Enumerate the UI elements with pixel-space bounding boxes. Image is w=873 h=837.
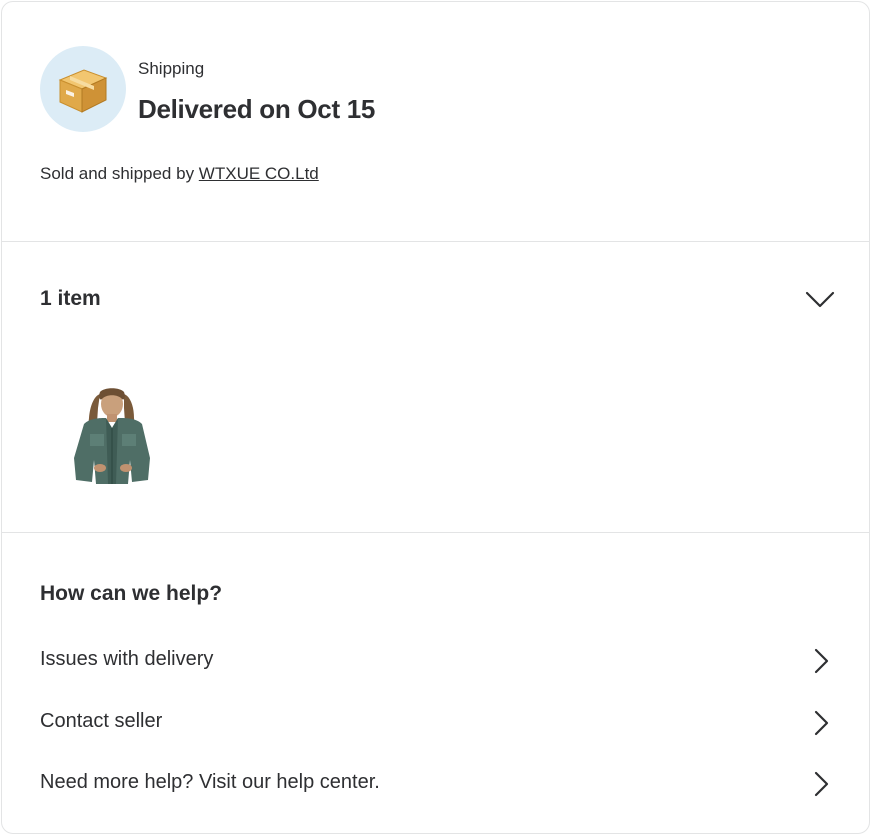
sold-by-line: Sold and shipped by WTXUE CO.Ltd <box>40 164 319 184</box>
divider <box>2 532 869 533</box>
delivery-status: Delivered on Oct 15 <box>138 94 376 124</box>
chevron-right-icon <box>810 646 832 676</box>
divider <box>2 241 869 242</box>
order-card: Shipping Delivered on Oct 15 Sold and sh… <box>1 1 870 834</box>
chevron-down-icon[interactable] <box>803 286 837 312</box>
help-option-help-center[interactable]: Need more help? Visit our help center. <box>2 759 869 809</box>
package-icon <box>40 46 126 132</box>
help-option-contact-seller[interactable]: Contact seller <box>2 698 869 748</box>
sold-by-prefix: Sold and shipped by <box>40 164 195 183</box>
help-title: How can we help? <box>40 582 223 605</box>
help-option-issues-with-delivery[interactable]: Issues with delivery <box>2 636 869 686</box>
shipping-label: Shipping <box>138 59 205 78</box>
chevron-right-icon <box>810 769 832 799</box>
help-option-label: Issues with delivery <box>40 648 214 670</box>
item-thumbnail[interactable] <box>70 388 156 486</box>
chevron-right-icon <box>810 708 832 738</box>
help-option-label: Need more help? Visit our help center. <box>40 771 380 793</box>
items-count-header: 1 item <box>40 287 101 310</box>
help-option-label: Contact seller <box>40 710 163 732</box>
seller-link[interactable]: WTXUE CO.Ltd <box>199 164 319 183</box>
